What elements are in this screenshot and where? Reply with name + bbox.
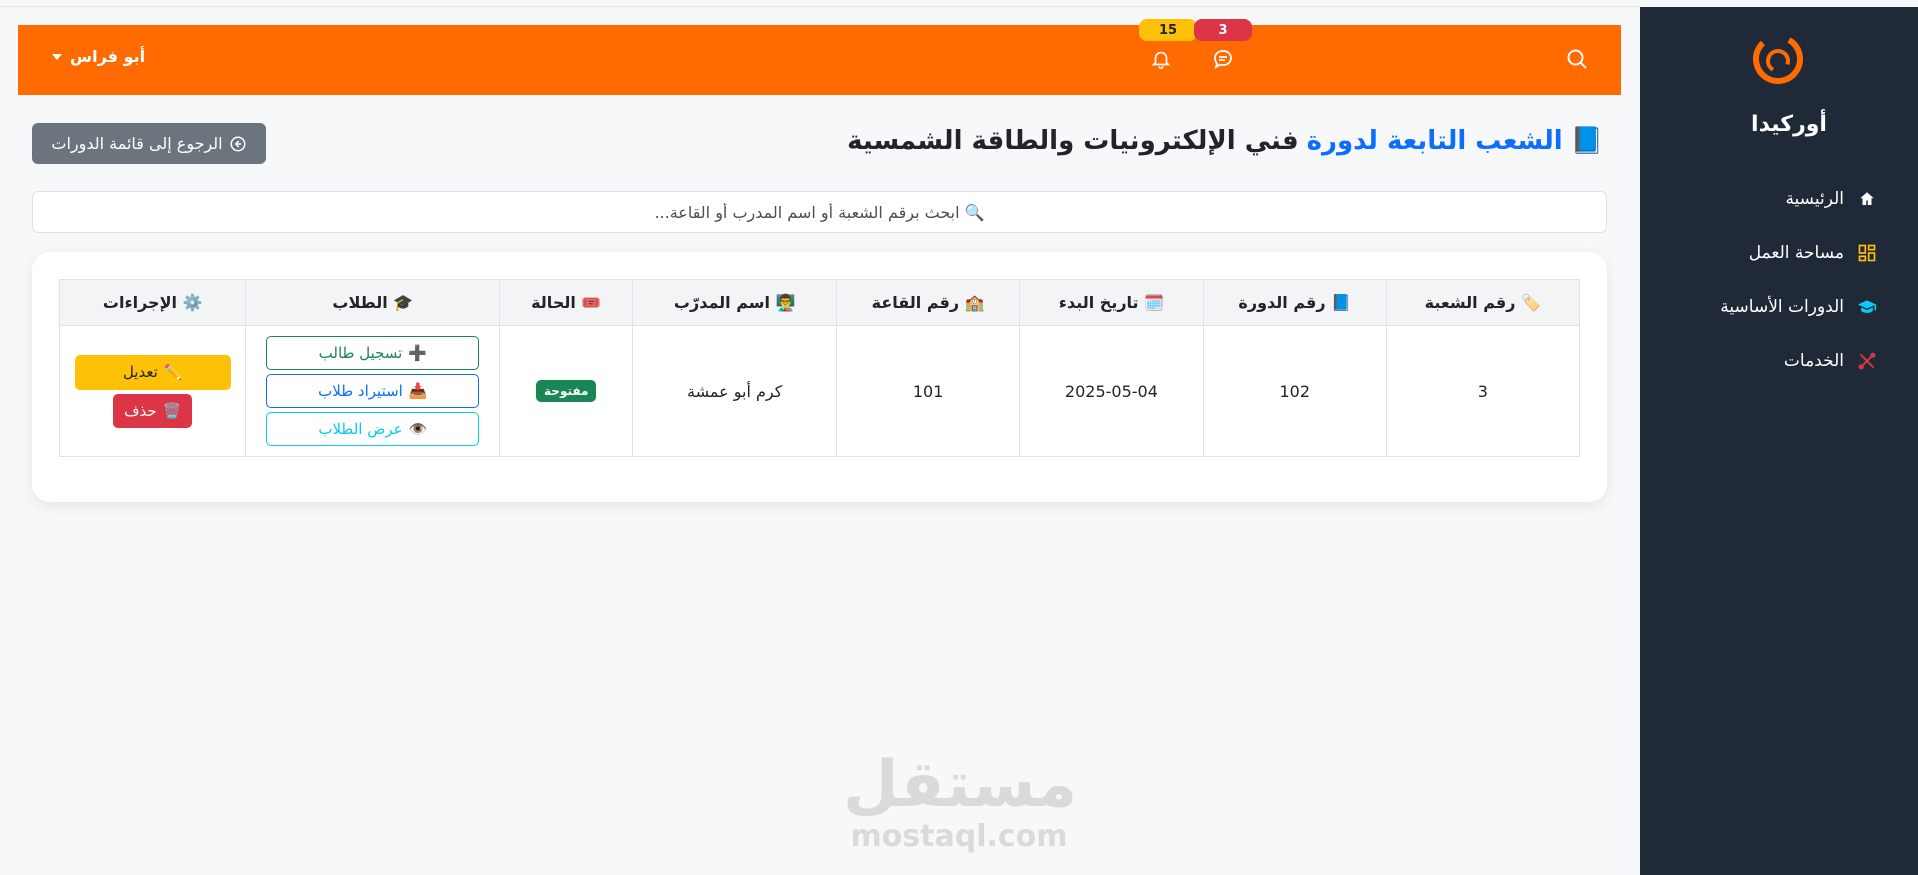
- sidebar-item-home[interactable]: الرئيسية: [1658, 172, 1878, 226]
- cell-actions: ✏️ تعديل 🗑️ حذف: [58, 325, 247, 457]
- plus-icon: ➕: [408, 344, 428, 362]
- trash-icon: 🗑️: [162, 401, 182, 420]
- home-icon: [1856, 188, 1878, 210]
- graduation-cap-icon: 🎓: [393, 293, 414, 312]
- edit-button[interactable]: ✏️ تعديل: [74, 354, 231, 390]
- top-navbar: أبو فراس 15 3: [18, 19, 1621, 95]
- back-to-courses-button[interactable]: الرجوع إلى قائمة الدورات: [32, 123, 266, 164]
- register-student-button[interactable]: ➕ تسجيل طالب: [266, 336, 480, 370]
- eye-icon: 👁️: [408, 420, 428, 438]
- page-title-course: فني الإلكترونيات والطاقة الشمسية: [847, 126, 1299, 156]
- teacher-icon: 👨‍🏫: [775, 293, 796, 312]
- page-title-accent: الشعب التابعة لدورة: [1306, 126, 1563, 156]
- delete-button[interactable]: 🗑️ حذف: [113, 393, 193, 428]
- user-menu-dropdown[interactable]: أبو فراس: [52, 47, 145, 66]
- table-row: 3 102 2025-05-04 101 كرم أبو عمشة مفتوحة…: [58, 325, 1581, 457]
- search-button[interactable]: [1563, 45, 1591, 73]
- cell-course-number: 102: [1202, 325, 1387, 457]
- header-trainer-name: 👨‍🏫 اسم المدرّب: [632, 279, 838, 326]
- gear-icon: ⚙️: [182, 293, 203, 312]
- sidebar-item-label: الخدمات: [1783, 351, 1844, 371]
- status-badge: مفتوحة: [536, 380, 597, 402]
- caret-down-icon: [52, 53, 62, 60]
- tools-icon: [1856, 350, 1878, 372]
- sidebar-item-label: الرئيسية: [1785, 189, 1844, 209]
- sections-card: 🏷️ رقم الشعبة 📘 رقم الدورة 🗓️ تاريخ البد…: [32, 252, 1607, 502]
- cell-section-number: 3: [1385, 325, 1581, 457]
- header-section-number: 🏷️ رقم الشعبة: [1385, 279, 1581, 326]
- back-button-label: الرجوع إلى قائمة الدورات: [51, 134, 223, 153]
- view-students-button[interactable]: 👁️ عرض الطلاب: [266, 412, 480, 446]
- header-course-number: 📘 رقم الدورة: [1202, 279, 1387, 326]
- header-start-date: 🗓️ تاريخ البدء: [1018, 279, 1204, 326]
- pencil-icon: ✏️: [163, 363, 183, 381]
- sidebar-item-label: الدورات الأساسية: [1720, 297, 1844, 317]
- header-actions: ⚙️ الإجراءات: [58, 279, 247, 326]
- ticket-icon: 🎟️: [581, 293, 602, 312]
- watermark-arabic: مستقل: [843, 748, 1078, 822]
- brand-name: أوركيدا: [1751, 112, 1827, 137]
- sidebar-nav: الرئيسية مساحة العمل الدورات الأساسية ال…: [1658, 172, 1878, 388]
- sidebar: أوركيدا الرئيسية مساحة العمل الدورات الأ…: [1640, 7, 1918, 875]
- header-status: 🎟️ الحالة: [499, 279, 634, 326]
- search-icon: [1567, 49, 1587, 69]
- sidebar-item-courses[interactable]: الدورات الأساسية: [1658, 280, 1878, 334]
- sidebar-item-services[interactable]: الخدمات: [1658, 334, 1878, 388]
- bell-icon: [1151, 51, 1171, 69]
- watermark-latin: mostaql.com: [850, 819, 1068, 854]
- search-input[interactable]: [32, 191, 1607, 233]
- mostaql-watermark: مستقل mostaql.com: [843, 748, 1078, 854]
- arrow-circle-left-icon: [230, 136, 246, 151]
- graduation-cap-icon: [1856, 296, 1878, 318]
- header-room-number: 🏫 رقم القاعة: [836, 279, 1020, 326]
- top-divider: [0, 6, 1640, 7]
- cell-students: ➕ تسجيل طالب 📥 استيراد طلاب 👁️ عرض الطلا…: [245, 325, 501, 457]
- calendar-icon: 🗓️: [1144, 293, 1165, 312]
- cell-start-date: 2025-05-04: [1018, 325, 1204, 457]
- page-title: 📘 الشعب التابعة لدورة فني الإلكترونيات و…: [847, 126, 1603, 156]
- cell-room-number: 101: [836, 325, 1020, 457]
- table-header-row: 🏷️ رقم الشعبة 📘 رقم الدورة 🗓️ تاريخ البد…: [58, 279, 1581, 326]
- grid-icon: [1856, 242, 1878, 264]
- messages-badge: 3: [1194, 19, 1252, 41]
- sections-table: 🏷️ رقم الشعبة 📘 رقم الدورة 🗓️ تاريخ البد…: [58, 279, 1581, 457]
- school-icon: 🏫: [964, 293, 985, 312]
- header-students: 🎓 الطلاب: [245, 279, 501, 326]
- tag-icon: 🏷️: [1521, 293, 1541, 312]
- orchid-logo-icon: [1753, 34, 1803, 85]
- import-students-button[interactable]: 📥 استيراد طلاب: [266, 374, 480, 408]
- notifications-badge: 15: [1139, 19, 1197, 41]
- chat-icon: [1214, 50, 1232, 69]
- user-name: أبو فراس: [70, 47, 146, 66]
- book-icon: 📘: [1331, 293, 1352, 312]
- book-icon: 📘: [1570, 126, 1603, 156]
- inbox-icon: 📥: [408, 382, 428, 400]
- notifications-button[interactable]: 15: [1139, 19, 1197, 73]
- cell-status: مفتوحة: [499, 325, 634, 457]
- cell-trainer-name: كرم أبو عمشة: [632, 325, 838, 457]
- messages-button[interactable]: 3: [1194, 19, 1252, 73]
- sidebar-item-workspace[interactable]: مساحة العمل: [1658, 226, 1878, 280]
- sidebar-item-label: مساحة العمل: [1748, 243, 1844, 263]
